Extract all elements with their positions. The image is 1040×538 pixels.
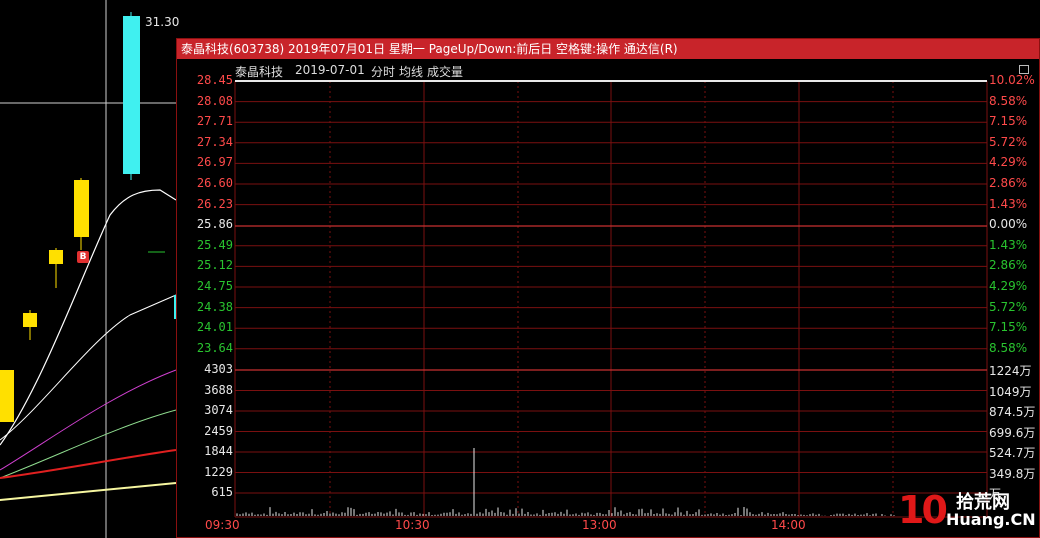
percent-tick-label: 7.15%	[989, 114, 1028, 129]
price-tick-label: 23.64	[196, 340, 233, 355]
percent-tick-label: 8.58%	[989, 340, 1028, 355]
volume-tick-label: 2459	[204, 423, 233, 438]
percent-tick-label: 2.86%	[989, 258, 1028, 273]
percent-tick-label: 4.29%	[989, 279, 1028, 293]
percent-tick-label: 8.58%	[989, 93, 1028, 108]
watermark-number: 10	[898, 488, 948, 532]
watermark-en-text: Huang.CN	[946, 510, 1036, 529]
top-price-label: 31.30	[145, 15, 180, 29]
percent-tick-label: 2.86%	[989, 176, 1028, 190]
time-tick-label: 13:00	[582, 518, 617, 532]
avg-line-label: 均线	[399, 65, 424, 79]
volume-value-label: 1224万	[989, 364, 1032, 378]
price-tick-label: 26.97	[196, 155, 233, 170]
price-tick-label: 24.38	[196, 299, 233, 314]
candle	[23, 310, 37, 340]
price-tick-label: 27.34	[196, 134, 233, 149]
ma60-line	[0, 449, 177, 479]
chart-subheader: 泰晶科技 2019-07-01 分时 均线 成交量	[177, 60, 1039, 79]
price-tick-label: 25.49	[196, 237, 233, 252]
volume-value-label: 699.6万	[989, 425, 1036, 440]
volume-tick-label: 3074	[204, 403, 233, 417]
price-tick-label: 26.23	[196, 196, 233, 211]
stock-name: 泰晶科技	[235, 65, 284, 79]
time-tick-label: 09:30	[205, 518, 240, 532]
intraday-chart-window[interactable]: 泰晶科技(603738) 2019年07月01日 星期一 PageUp/Down…	[176, 38, 1040, 538]
volume-tick-label: 4303	[204, 362, 233, 376]
price-tick-label: 24.01	[196, 320, 233, 335]
volume-tick-label: 1229	[204, 464, 233, 479]
volume-bars	[236, 448, 895, 516]
volume-label: 成交量	[427, 65, 464, 79]
percent-tick-label: 5.72%	[989, 134, 1028, 149]
candle	[123, 12, 140, 180]
percent-tick-label: 1.43%	[989, 196, 1028, 211]
site-watermark: 10 拾荒网 Huang.CN	[898, 488, 1038, 534]
candle	[49, 248, 63, 288]
price-tick-label: 28.45	[196, 73, 233, 87]
percent-tick-label: 10.02%	[989, 73, 1035, 87]
percent-tick-label: 4.29%	[989, 155, 1028, 170]
percent-tick-label: 0.00%	[989, 217, 1028, 232]
price-tick-label: 26.60	[196, 176, 233, 190]
time-tick-label: 14:00	[771, 518, 806, 532]
chart-date: 2019-07-01	[295, 63, 365, 77]
price-tick-label: 25.86	[196, 217, 233, 232]
ma30-line	[0, 409, 177, 479]
percent-tick-label: 5.72%	[989, 299, 1028, 314]
chart-grid	[234, 81, 988, 518]
percent-tick-label: 7.15%	[989, 320, 1028, 335]
volume-tick-label: 615	[211, 485, 233, 499]
price-tick-label: 25.12	[196, 258, 233, 273]
volume-value-label: 1049万	[989, 384, 1032, 399]
volume-tick-label: 3688	[204, 382, 233, 397]
chart-type-label: 分时	[371, 65, 396, 79]
price-tick-label: 28.08	[196, 93, 233, 108]
price-tick-label: 27.71	[196, 114, 233, 129]
volume-value-label: 349.8万	[989, 466, 1036, 481]
time-tick-label: 10:30	[395, 518, 430, 532]
buy-signal-badge: B	[77, 251, 89, 263]
price-tick-label: 24.75	[196, 279, 233, 293]
candle	[74, 178, 89, 250]
volume-tick-label: 1844	[204, 444, 233, 458]
volume-value-label: 524.7万	[989, 446, 1036, 460]
percent-tick-label: 1.43%	[989, 237, 1028, 252]
volume-value-label: 874.5万	[989, 405, 1036, 419]
candle	[0, 370, 14, 422]
intraday-chart-area[interactable]	[177, 39, 1039, 537]
ma120-line	[0, 482, 177, 501]
